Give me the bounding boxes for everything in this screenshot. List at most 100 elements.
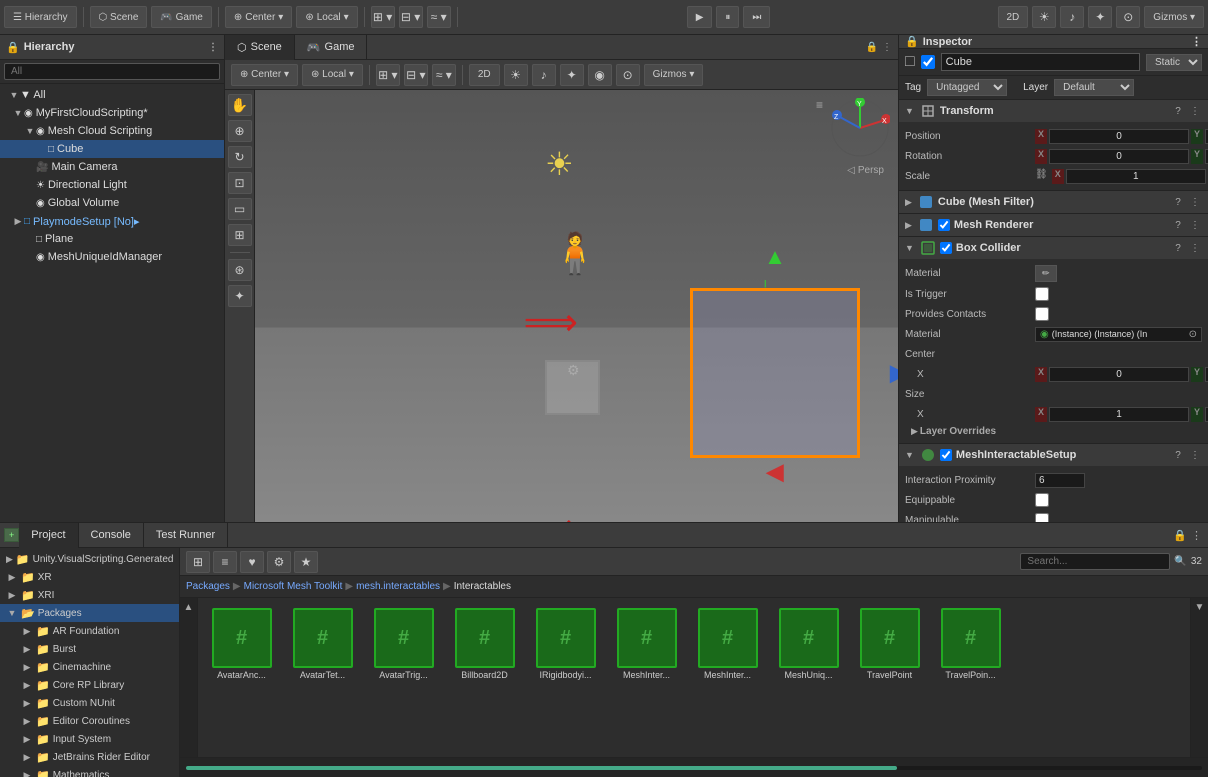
file-item-3[interactable]: # Billboard2D [447, 604, 522, 684]
scene-gizmos2-btn[interactable]: ⊙ [616, 64, 640, 86]
hierarchy-more-icon[interactable]: ⋮ [208, 42, 218, 53]
scene-grid-btn[interactable]: ⊞ ▾ [376, 64, 400, 86]
bottom-lock-icon[interactable]: 🔒 [1173, 529, 1187, 542]
tree-item-globalvol[interactable]: ◉ Global Volume [0, 194, 224, 212]
tree-arrow-meshcloud[interactable]: ▼ [24, 126, 36, 136]
file-fav-btn[interactable]: ♥ [240, 551, 264, 573]
file-scroll-up[interactable]: ▲ [184, 602, 194, 613]
paint-btn[interactable]: ≈ ▾ [427, 6, 451, 28]
mesh-filter-help[interactable]: ? [1171, 195, 1185, 209]
scene-center-btn[interactable]: ⊕ Center ▾ [231, 64, 298, 86]
hierarchy-lock-icon[interactable]: 🔒 [6, 41, 20, 54]
tree-item-dirlight[interactable]: ☀ Directional Light [0, 176, 224, 194]
box-collider-header[interactable]: ▼ Box Collider ? ⋮ [899, 237, 1208, 259]
box-collider-menu[interactable]: ⋮ [1188, 241, 1202, 255]
mesh-renderer-help[interactable]: ? [1171, 218, 1185, 232]
layer-overrides-fold[interactable]: ▶ Layer Overrides [905, 424, 1202, 439]
inspector-more-icon[interactable]: ⋮ [1191, 35, 1202, 48]
file-item-9[interactable]: # TravelPoin... [933, 604, 1008, 684]
mesh-renderer-enabled[interactable] [938, 219, 950, 231]
object-active-checkbox[interactable] [921, 55, 935, 69]
sidebar-item-mathematics[interactable]: ▶ 📁 Mathematics [0, 766, 179, 777]
static-dropdown[interactable]: Static [1146, 54, 1202, 71]
sidebar-item-cinemachine[interactable]: ▶ 📁 Cinemachine [0, 658, 179, 676]
tab-project[interactable]: Project [19, 523, 78, 548]
file-item-6[interactable]: # MeshInter... [690, 604, 765, 684]
tree-item-meshcloud[interactable]: ▼ ◉ Mesh Cloud Scripting [0, 122, 224, 140]
scene-cam-btn[interactable]: ◉ [588, 64, 612, 86]
center-btn[interactable]: ⊕ Center ▾ [225, 6, 292, 28]
scene-2d-btn[interactable]: 2D [469, 64, 500, 86]
file-star-btn[interactable]: ★ [294, 551, 318, 573]
light-btn[interactable]: ☀ [1032, 6, 1056, 28]
sidebar-item-visualscripting[interactable]: ▶ 📁 Unity.VisualScripting.Generated [0, 550, 179, 568]
tree-item-cube[interactable]: □ Cube [0, 140, 224, 158]
hierarchy-search-input[interactable] [4, 63, 220, 80]
tree-item-root[interactable]: ▼ ▼ All [0, 86, 224, 104]
position-x-input[interactable] [1049, 129, 1189, 144]
local-btn[interactable]: ⊛ Local ▾ [296, 6, 357, 28]
scene-light-btn[interactable]: ☀ [504, 64, 528, 86]
bottom-more-icon[interactable]: ⋮ [1191, 529, 1202, 542]
layer-dropdown[interactable]: Default [1054, 79, 1134, 96]
tool-custom[interactable]: ⊛ [228, 259, 252, 281]
scene-local-btn[interactable]: ⊛ Local ▾ [302, 64, 363, 86]
tree-item-playmodesetup[interactable]: ▶ □ PlaymodeSetup [No]▸ [0, 212, 224, 230]
file-item-8[interactable]: # TravelPoint [852, 604, 927, 684]
sidebar-item-coreRP[interactable]: ▶ 📁 Core RP Library [0, 676, 179, 694]
tree-arrow-root[interactable]: ▼ [8, 90, 20, 100]
file-search-input[interactable] [1020, 553, 1170, 570]
scene-fx-btn[interactable]: ✦ [560, 64, 584, 86]
bc-part-1[interactable]: Microsoft Mesh Toolkit [244, 581, 343, 592]
sidebar-item-xr[interactable]: ▶ 📁 XR [0, 568, 179, 586]
manipulable-checkbox[interactable] [1035, 513, 1049, 522]
tree-arrow-playmodesetup[interactable]: ▶ [12, 216, 24, 227]
tool-scale[interactable]: ⊡ [228, 172, 252, 194]
sidebar-item-editorcoroutines[interactable]: ▶ 📁 Editor Coroutines [0, 712, 179, 730]
box-collider-help[interactable]: ? [1171, 241, 1185, 255]
tag-dropdown[interactable]: Untagged [927, 79, 1007, 96]
sidebar-item-inputsystem[interactable]: ▶ 📁 Input System [0, 730, 179, 748]
tree-item-maincam[interactable]: 🎥 Main Camera [0, 158, 224, 176]
tab-console[interactable]: Console [79, 523, 144, 548]
mesh-interactable-enabled[interactable] [940, 449, 952, 461]
gizmos-btn[interactable]: ⊙ [1116, 6, 1140, 28]
provides-contacts-checkbox[interactable] [1035, 307, 1049, 321]
project-add-btn[interactable]: + [4, 528, 19, 542]
component-transform-header[interactable]: ▼ Transform ? ⋮ [899, 100, 1208, 122]
file-list-btn[interactable]: ≡ [213, 551, 237, 573]
material-target-icon[interactable]: ⊙ [1189, 329, 1197, 340]
play-btn[interactable]: ▶ [687, 6, 713, 28]
scene-gizmo[interactable]: X Y Z [830, 98, 890, 158]
tool-move[interactable]: ⊕ [228, 120, 252, 142]
tool-rect[interactable]: ▭ [228, 198, 252, 220]
size-x-input[interactable] [1049, 407, 1189, 422]
game-tab-btn[interactable]: 🎮 Game [151, 6, 211, 28]
snap-btn[interactable]: ⊟ ▾ [399, 6, 423, 28]
sidebar-item-burst[interactable]: ▶ 📁 Burst [0, 640, 179, 658]
audio-btn[interactable]: ♪ [1060, 6, 1084, 28]
transform-menu[interactable]: ⋮ [1188, 104, 1202, 118]
tab-test-runner[interactable]: Test Runner [144, 523, 228, 548]
scene-viewport[interactable]: X Y Z ◁ Per [255, 90, 898, 522]
scene-audio-btn[interactable]: ♪ [532, 64, 556, 86]
bc-part-2[interactable]: mesh.interactables [356, 581, 440, 592]
sidebar-item-customnunit[interactable]: ▶ 📁 Custom NUnit [0, 694, 179, 712]
sidebar-item-arfoundation[interactable]: ▶ 📁 AR Foundation [0, 622, 179, 640]
scene-paint-btn[interactable]: ≈ ▾ [432, 64, 456, 86]
file-scroll-down[interactable]: ▼ [1195, 602, 1205, 613]
scene-lock-icon[interactable]: 🔒 [866, 42, 878, 53]
step-btn[interactable]: ⏭ [743, 6, 770, 28]
file-item-2[interactable]: # AvatarTrig... [366, 604, 441, 684]
file-cols-btn[interactable]: ⊞ [186, 551, 210, 573]
interaction-proximity-input[interactable] [1035, 473, 1085, 488]
center-x-input[interactable] [1049, 367, 1189, 382]
object-name-input[interactable] [941, 53, 1140, 71]
scene-menu-icon[interactable]: ≡ [816, 98, 823, 112]
edit-collider-btn[interactable]: ✏ [1035, 265, 1057, 282]
mesh-interactable-menu[interactable]: ⋮ [1188, 448, 1202, 462]
mesh-interactable-help[interactable]: ? [1171, 448, 1185, 462]
file-item-4[interactable]: # IRigidbodyi... [528, 604, 603, 684]
gizmos-dropdown[interactable]: Gizmos ▾ [1144, 6, 1204, 28]
fx-btn[interactable]: ✦ [1088, 6, 1112, 28]
